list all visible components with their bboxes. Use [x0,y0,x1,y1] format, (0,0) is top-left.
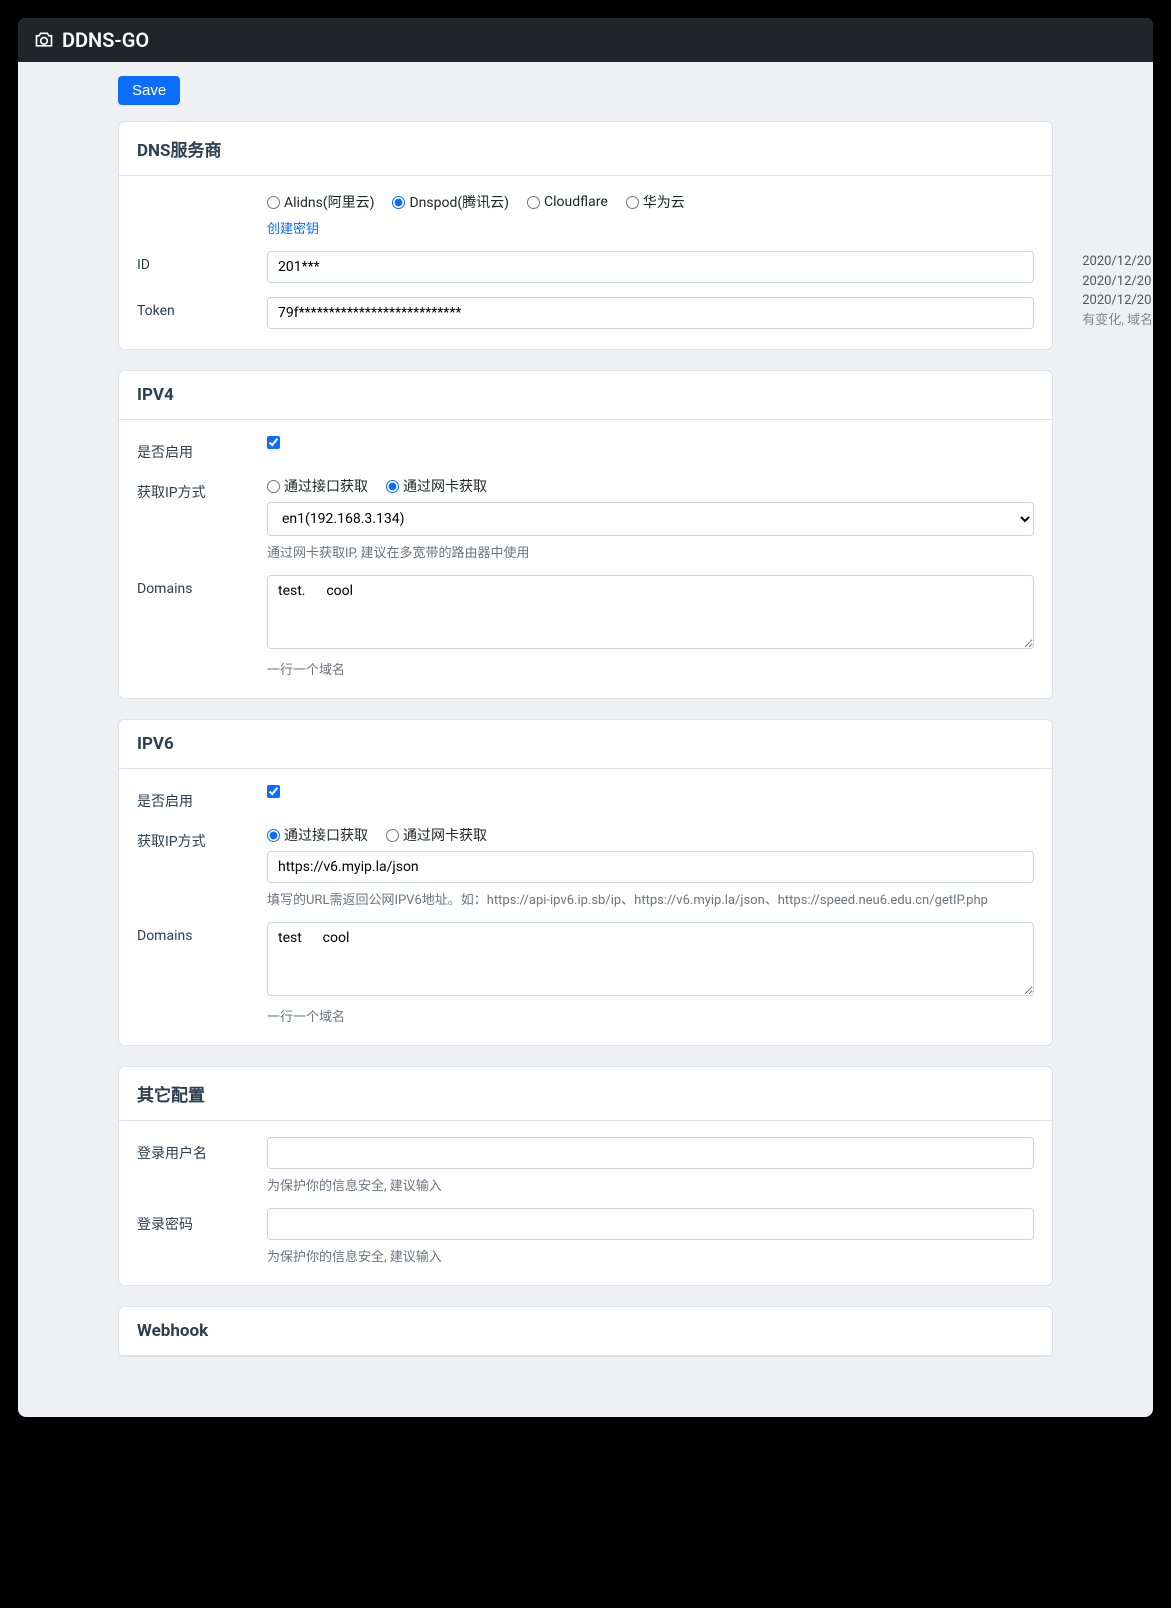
app-window: DDNS-GO Save 2020/12/20 2020/12/20 2020/… [18,18,1153,1417]
input-username[interactable] [267,1137,1034,1169]
input-ipv6-url[interactable] [267,851,1034,883]
card-ipv4: IPV4 是否启用 获取IP方式 通过接口获取 通过网卡获取 en1(192.1… [118,370,1053,699]
hint-username: 为保护你的信息安全, 建议输入 [267,1175,1034,1194]
input-dns-token[interactable] [267,297,1034,329]
card-other: 其它配置 登录用户名 为保护你的信息安全, 建议输入 登录密码 为保护你的信息安… [118,1066,1053,1286]
app-title: DDNS-GO [62,28,149,52]
radio-ipv6-netcard[interactable]: 通过网卡获取 [386,825,487,845]
select-ipv4-netcard[interactable]: en1(192.168.3.134) [267,502,1034,536]
dns-provider-radios: Alidns(阿里云) Dnspod(腾讯云) Cloudflare 华为云 [267,192,1034,212]
label-ipv6-domains: Domains [137,922,267,944]
camera-icon [34,30,54,50]
create-key-link[interactable]: 创建密钥 [267,222,319,237]
card-webhook: Webhook [118,1306,1053,1357]
radio-ipv6-url[interactable]: 通过接口获取 [267,825,368,845]
hint-ipv4-netcard: 通过网卡获取IP, 建议在多宽带的路由器中使用 [267,542,1034,561]
label-token: Token [137,297,267,319]
input-dns-id[interactable] [267,251,1034,283]
log-panel: 2020/12/20 2020/12/20 2020/12/20 有变化, 域名 [1082,252,1153,330]
radio-cloudflare[interactable]: Cloudflare [527,194,608,210]
checkbox-ipv4-enable[interactable] [267,436,280,449]
log-line: 2020/12/20 [1082,272,1153,292]
label-id: ID [137,251,267,273]
card-ipv6: IPV6 是否启用 获取IP方式 通过接口获取 通过网卡获取 填写的URL需返回… [118,719,1053,1046]
radio-alidns[interactable]: Alidns(阿里云) [267,192,374,212]
log-line: 2020/12/20 [1082,252,1153,272]
card-title-ipv4: IPV4 [119,371,1052,420]
card-title-other: 其它配置 [119,1067,1052,1121]
textarea-ipv4-domains[interactable]: test. cool [267,575,1034,649]
label-ipv6-enable: 是否启用 [137,785,267,811]
radio-dnspod[interactable]: Dnspod(腾讯云) [392,192,509,212]
content-area: Save 2020/12/20 2020/12/20 2020/12/20 有变… [18,62,1153,1417]
log-line: 2020/12/20 [1082,291,1153,311]
hint-ipv4-domains: 一行一个域名 [267,659,1034,678]
save-button[interactable]: Save [118,76,180,105]
label-password: 登录密码 [137,1208,267,1234]
log-line: 有变化, 域名 [1082,311,1153,331]
hint-ipv6-domains: 一行一个域名 [267,1006,1034,1025]
card-title-webhook: Webhook [119,1307,1052,1356]
input-password[interactable] [267,1208,1034,1240]
hint-password: 为保护你的信息安全, 建议输入 [267,1246,1034,1265]
radio-huawei[interactable]: 华为云 [626,192,685,212]
label-ipv4-method: 获取IP方式 [137,476,267,502]
hint-ipv6-url: 填写的URL需返回公网IPV6地址。如：https://api-ipv6.ip.… [267,889,1034,908]
card-title-dns: DNS服务商 [119,122,1052,176]
checkbox-ipv6-enable[interactable] [267,785,280,798]
label-ipv4-enable: 是否启用 [137,436,267,462]
card-title-ipv6: IPV6 [119,720,1052,769]
radio-ipv4-netcard[interactable]: 通过网卡获取 [386,476,487,496]
card-dns: DNS服务商 Alidns(阿里云) Dnspod(腾讯云) Cloudflar… [118,121,1053,350]
textarea-ipv6-domains[interactable]: test cool [267,922,1034,996]
label-username: 登录用户名 [137,1137,267,1163]
label-ipv4-domains: Domains [137,575,267,597]
label-ipv6-method: 获取IP方式 [137,825,267,851]
navbar: DDNS-GO [18,18,1153,62]
radio-ipv4-url[interactable]: 通过接口获取 [267,476,368,496]
